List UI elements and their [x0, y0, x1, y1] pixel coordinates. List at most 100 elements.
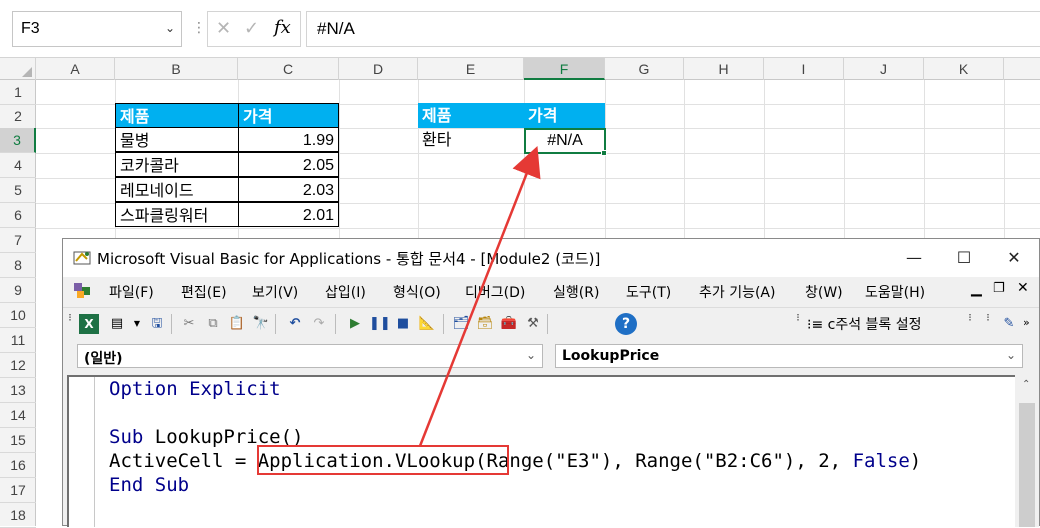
row-header-7[interactable]: 7 — [0, 228, 36, 253]
menu-run[interactable]: 실행(R) — [553, 282, 599, 302]
row-header-5[interactable]: 5 — [0, 178, 36, 203]
enter-icon[interactable]: ✓ — [244, 18, 259, 39]
table1-cell-price[interactable]: 2.03 — [238, 177, 339, 202]
redo-icon[interactable]: ↷ — [309, 314, 329, 334]
cut-icon[interactable]: ✂ — [179, 314, 199, 334]
save-icon[interactable]: 🖫 — [147, 314, 167, 334]
column-header-f[interactable]: F — [524, 58, 605, 80]
copy-icon[interactable]: ⧉ — [203, 314, 223, 334]
table2-header-price[interactable]: 가격 — [524, 103, 605, 128]
view-excel-icon[interactable]: X — [79, 314, 99, 334]
column-header-k[interactable]: K — [924, 58, 1004, 80]
name-box[interactable]: F3 ⌄ — [12, 11, 182, 47]
row-header-6[interactable]: 6 — [0, 203, 36, 228]
select-all-corner[interactable] — [0, 58, 36, 80]
column-header-h[interactable]: H — [684, 58, 764, 80]
design-mode-icon[interactable]: 📐 — [417, 314, 437, 334]
menu-edit[interactable]: 편집(E) — [181, 282, 227, 302]
column-header-e[interactable]: E — [418, 58, 524, 80]
minimize-button[interactable]: — — [889, 239, 939, 277]
procedure-combo[interactable]: LookupPrice ⌄ — [555, 344, 1023, 368]
column-header-g[interactable]: G — [605, 58, 684, 80]
insert-userform-icon[interactable]: ▤ — [107, 314, 127, 334]
paste-icon[interactable]: 📋 — [227, 314, 247, 334]
row-header-11[interactable]: 11 — [0, 328, 36, 353]
row-header-4[interactable]: 4 — [0, 153, 36, 178]
run-icon[interactable]: ▶ — [345, 314, 365, 334]
table1-cell-product[interactable]: 코카콜라 — [115, 152, 239, 177]
column-header-j[interactable]: J — [844, 58, 924, 80]
menu-debug[interactable]: 디버그(D) — [465, 282, 525, 302]
table1-cell-product[interactable]: 스파클링워터 — [115, 202, 239, 227]
column-header-i[interactable]: I — [764, 58, 844, 80]
row-header-15[interactable]: 15 — [0, 428, 36, 453]
edit-toolbar-icon[interactable]: ✎ — [999, 314, 1019, 334]
break-icon[interactable]: ❚❚ — [369, 314, 391, 334]
toolbar-grip[interactable]: ⁝ — [965, 312, 975, 336]
row-header-16[interactable]: 16 — [0, 453, 36, 478]
maximize-button[interactable]: ☐ — [939, 239, 989, 277]
table1-cell-price[interactable]: 1.99 — [238, 127, 339, 152]
reset-icon[interactable]: ■ — [393, 314, 413, 334]
row-header-9[interactable]: 9 — [0, 278, 36, 303]
object-browser-icon[interactable]: 🧰 — [499, 314, 519, 334]
find-icon[interactable]: 🔭 — [251, 314, 271, 334]
toolbar-overflow-icon[interactable]: » — [1023, 316, 1030, 329]
row-header-2[interactable]: 2 — [0, 104, 36, 129]
menu-window[interactable]: 창(W) — [805, 282, 843, 302]
vertical-scrollbar[interactable]: ⌃ — [1015, 375, 1039, 527]
menu-insert[interactable]: 삽입(I) — [325, 282, 366, 302]
row-header-3[interactable]: 3 — [0, 128, 36, 153]
child-close-button[interactable]: ✕ — [1017, 280, 1029, 296]
table1-header-product[interactable]: 제품 — [115, 103, 239, 128]
scroll-up-icon[interactable]: ⌃ — [1022, 379, 1030, 390]
object-combo[interactable]: (일반) ⌄ — [77, 344, 543, 368]
properties-window-icon[interactable]: 🗃 — [475, 314, 495, 334]
column-header-c[interactable]: C — [238, 58, 339, 80]
menu-file[interactable]: 파일(F) — [109, 282, 154, 302]
undo-icon[interactable]: ↶ — [285, 314, 305, 334]
menu-tools[interactable]: 도구(T) — [626, 282, 671, 302]
close-button[interactable]: ✕ — [989, 239, 1039, 277]
row-header-12[interactable]: 12 — [0, 353, 36, 378]
menu-addins[interactable]: 추가 기능(A) — [699, 282, 775, 302]
toolbar-grip[interactable]: ⁝ — [983, 312, 993, 336]
comment-block-button[interactable]: ⁝≡ c주석 블록 설정 — [807, 314, 922, 334]
code-editor[interactable]: Option Explicit Sub LookupPrice() Active… — [67, 375, 1015, 527]
fill-handle[interactable] — [601, 150, 607, 156]
table1-cell-price[interactable]: 2.05 — [238, 152, 339, 177]
menu-view[interactable]: 보기(V) — [252, 282, 298, 302]
project-explorer-icon[interactable]: 🗂 — [451, 314, 471, 334]
scrollbar-thumb[interactable] — [1019, 403, 1035, 527]
row-header-1[interactable]: 1 — [0, 80, 36, 105]
table1-cell-product[interactable]: 물병 — [115, 127, 239, 152]
table2-header-product[interactable]: 제품 — [418, 103, 525, 128]
menu-format[interactable]: 형식(O) — [393, 282, 441, 302]
column-header-a[interactable]: A — [36, 58, 115, 80]
menu-help[interactable]: 도움말(H) — [865, 282, 925, 302]
row-header-13[interactable]: 13 — [0, 378, 36, 403]
chevron-down-icon[interactable]: ⌄ — [165, 21, 175, 35]
toolbar-grip[interactable]: ⁝ — [793, 312, 803, 336]
row-header-8[interactable]: 8 — [0, 253, 36, 278]
row-header-17[interactable]: 17 — [0, 478, 36, 503]
row-header-18[interactable]: 18 — [0, 503, 36, 528]
child-minimize-button[interactable]: ▁ — [971, 281, 982, 297]
toolbox-icon[interactable]: ⚒ — [523, 314, 543, 334]
row-header-14[interactable]: 14 — [0, 403, 36, 428]
row-header-10[interactable]: 10 — [0, 303, 36, 328]
table1-cell-product[interactable]: 레모네이드 — [115, 177, 239, 202]
help-icon[interactable]: ? — [615, 313, 637, 335]
table2-cell-product[interactable]: 환타 — [418, 127, 524, 152]
module-icon[interactable] — [71, 281, 95, 301]
dropdown-arrow-icon[interactable]: ▼ — [127, 314, 147, 334]
column-header-d[interactable]: D — [339, 58, 418, 80]
cancel-icon[interactable]: ✕ — [216, 18, 231, 39]
formula-input[interactable]: #N/A — [306, 11, 1040, 47]
table1-header-price[interactable]: 가격 — [238, 103, 339, 128]
insert-function-icon[interactable]: fx — [274, 17, 291, 38]
toolbar-grip[interactable]: ⁝ — [65, 312, 75, 336]
table1-cell-price[interactable]: 2.01 — [238, 202, 339, 227]
active-cell-f3[interactable]: #N/A — [524, 128, 606, 154]
more-options-icon[interactable]: ⋮ — [192, 20, 206, 36]
